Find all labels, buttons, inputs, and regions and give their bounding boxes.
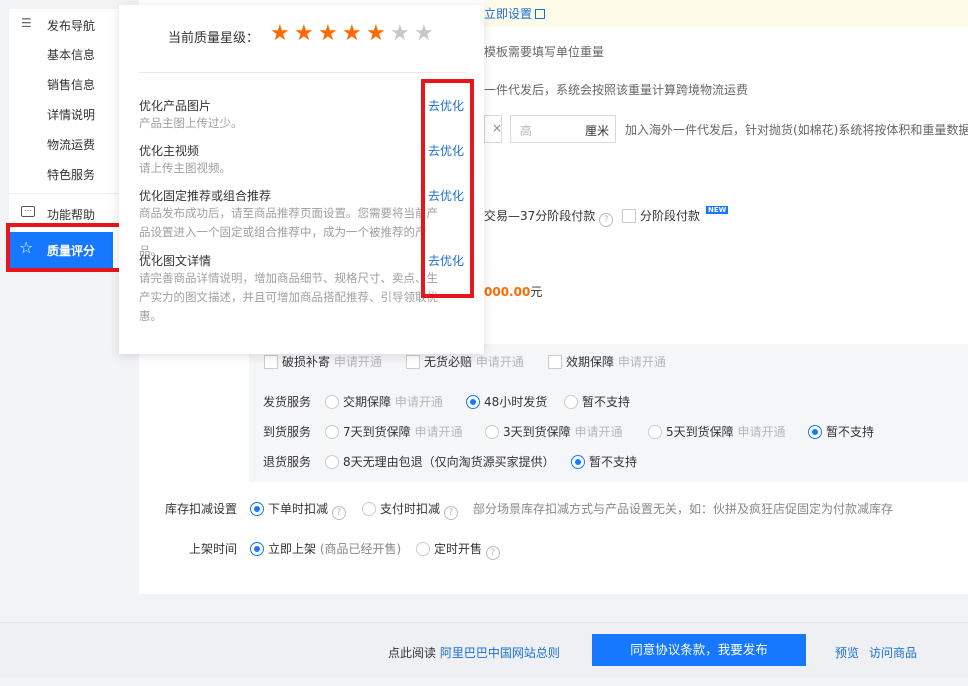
checkbox[interactable] bbox=[264, 355, 278, 369]
star-filled-icon: ★ bbox=[294, 21, 314, 46]
price-display: 000.00元 bbox=[484, 285, 543, 299]
rules-read-text: 点此阅读 阿里巴巴中国网站总则 bbox=[388, 646, 560, 660]
new-badge: NEW bbox=[706, 206, 729, 214]
checkbox[interactable] bbox=[406, 355, 420, 369]
radio-selected[interactable] bbox=[466, 395, 480, 409]
divider bbox=[139, 72, 465, 73]
installment-option[interactable]: 分阶段付款 bbox=[622, 207, 700, 224]
nav-title: 发布导航 bbox=[47, 19, 96, 33]
arrive-opt-3d[interactable]: 3天到货保障 申请开通 bbox=[485, 423, 622, 440]
rules-link[interactable]: 阿里巴巴中国网站总则 bbox=[440, 646, 560, 660]
ship-opt-48h[interactable]: 48小时发货 bbox=[466, 393, 547, 410]
shelf-label: 上架时间 bbox=[189, 542, 238, 556]
shelf-opt-timed[interactable]: 定时开售 ? bbox=[416, 540, 500, 560]
return-opt-none[interactable]: 暂不支持 bbox=[571, 453, 637, 470]
return-opt-8d[interactable]: 8天无理由包退（仅向淘货源买家提供） bbox=[325, 453, 555, 470]
service-expiry[interactable]: 效期保障 申请开通 bbox=[548, 353, 666, 370]
size-desc: 加入海外一件代发后，针对抛货(如棉花)系统将按体积和重量数据 bbox=[625, 123, 968, 137]
height-input[interactable]: 高 厘米 bbox=[510, 115, 616, 143]
sidebar-item-sales[interactable]: 销售信息 bbox=[47, 76, 95, 93]
ship-opt-none[interactable]: 暂不支持 bbox=[564, 393, 630, 410]
installment-label: 交易—37分阶段付款 ? bbox=[484, 207, 614, 227]
star-rating: ★ ★ ★ ★ ★ ★ ★ bbox=[270, 23, 438, 45]
radio[interactable] bbox=[485, 425, 499, 439]
radio[interactable] bbox=[564, 395, 578, 409]
shelf-opt-now[interactable]: 立即上架 (商品已经开售) bbox=[250, 540, 401, 557]
help-icon[interactable]: ? bbox=[331, 506, 346, 520]
arrive-opt-none[interactable]: 暂不支持 bbox=[808, 423, 874, 440]
star-filled-icon: ★ bbox=[318, 21, 338, 46]
notice-bar: 立即设置 bbox=[484, 0, 968, 27]
arrive-opt-5d[interactable]: 5天到货保障 申请开通 bbox=[648, 423, 785, 440]
ship-opt-delivery[interactable]: 交期保障 申请开通 bbox=[325, 393, 443, 410]
tip-title: 优化产品图片 bbox=[139, 99, 212, 113]
preview-link[interactable]: 预览 bbox=[835, 644, 859, 661]
publish-button[interactable]: 同意协议条款，我要发布 bbox=[592, 634, 806, 666]
stock-desc: 部分场景库存扣减方式与产品设置无关，如：伙拼及疯狂店促固定为付款减库存 bbox=[473, 502, 894, 516]
radio[interactable] bbox=[325, 395, 339, 409]
help-icon[interactable]: ? bbox=[599, 213, 614, 227]
weight-desc: 一件代发后，系统会按照该重量计算跨境物流运费 bbox=[484, 83, 749, 97]
list-icon: ☰ bbox=[21, 16, 32, 30]
help-chat-icon: ··· bbox=[21, 206, 35, 217]
radio-selected[interactable] bbox=[571, 455, 585, 469]
notice-setup-link[interactable]: 立即设置 bbox=[484, 5, 546, 22]
rating-label: 当前质量星级： bbox=[168, 31, 260, 46]
star-empty-icon: ★ bbox=[390, 21, 410, 46]
star-empty-icon: ★ bbox=[414, 21, 434, 46]
visit-product-link[interactable]: 访问商品 bbox=[869, 644, 917, 661]
star-filled-icon: ★ bbox=[270, 21, 290, 46]
ship-service-label: 发货服务 bbox=[263, 395, 312, 409]
tip-title: 优化主视频 bbox=[139, 144, 200, 158]
stock-label: 库存扣减设置 bbox=[165, 502, 238, 516]
star-filled-icon: ★ bbox=[342, 21, 362, 46]
sidebar-item-detail[interactable]: 详情说明 bbox=[47, 106, 95, 123]
divider bbox=[9, 193, 119, 194]
help-icon[interactable]: ? bbox=[443, 506, 458, 520]
stock-opt-pay[interactable]: 支付时扣减 ? bbox=[362, 500, 458, 520]
tip-title: 优化固定推荐或组合推荐 bbox=[139, 189, 272, 203]
radio[interactable] bbox=[325, 425, 339, 439]
tip-title: 优化图文详情 bbox=[139, 254, 212, 268]
installment-checkbox[interactable] bbox=[622, 209, 636, 223]
radio[interactable] bbox=[362, 502, 376, 516]
height-unit: 厘米 bbox=[584, 124, 609, 138]
arrive-opt-7d[interactable]: 7天到货保障 申请开通 bbox=[325, 423, 462, 440]
stock-opt-order[interactable]: 下单时扣减 ? bbox=[250, 500, 346, 520]
height-placeholder: 高 bbox=[520, 124, 533, 138]
return-service-label: 退货服务 bbox=[263, 455, 312, 469]
highlight-box bbox=[6, 223, 123, 272]
sidebar-item-logistics[interactable]: 物流运费 bbox=[47, 136, 95, 153]
service-damage[interactable]: 破损补寄 申请开通 bbox=[264, 353, 382, 370]
sidebar-item-help[interactable]: 功能帮助 bbox=[47, 206, 95, 223]
radio-selected[interactable] bbox=[808, 425, 822, 439]
tip-desc: 请完善商品详情说明，增加商品细节、规格尺寸、卖点、生产实力的图文描述，并且可增加… bbox=[139, 271, 438, 323]
radio-selected[interactable] bbox=[250, 542, 264, 556]
sidebar-item-special[interactable]: 特色服务 bbox=[47, 166, 95, 183]
star-filled-icon: ★ bbox=[366, 21, 386, 46]
radio[interactable] bbox=[648, 425, 662, 439]
weight-hint: 模板需要填写单位重量 bbox=[484, 45, 605, 59]
tip-desc: 请上传主图视频。 bbox=[139, 161, 231, 175]
sidebar-item-basic[interactable]: 基本信息 bbox=[47, 46, 95, 63]
times-sign: × bbox=[492, 121, 503, 135]
tip-desc: 产品主图上传过少。 bbox=[139, 116, 243, 130]
external-link-icon bbox=[535, 9, 546, 19]
arrive-service-label: 到货服务 bbox=[263, 425, 312, 439]
checkbox[interactable] bbox=[548, 355, 562, 369]
radio[interactable] bbox=[416, 542, 430, 556]
help-icon[interactable]: ? bbox=[485, 546, 500, 560]
service-stock[interactable]: 无货必赔 申请开通 bbox=[406, 353, 524, 370]
highlight-box bbox=[421, 79, 474, 298]
radio-selected[interactable] bbox=[250, 502, 264, 516]
radio[interactable] bbox=[325, 455, 339, 469]
